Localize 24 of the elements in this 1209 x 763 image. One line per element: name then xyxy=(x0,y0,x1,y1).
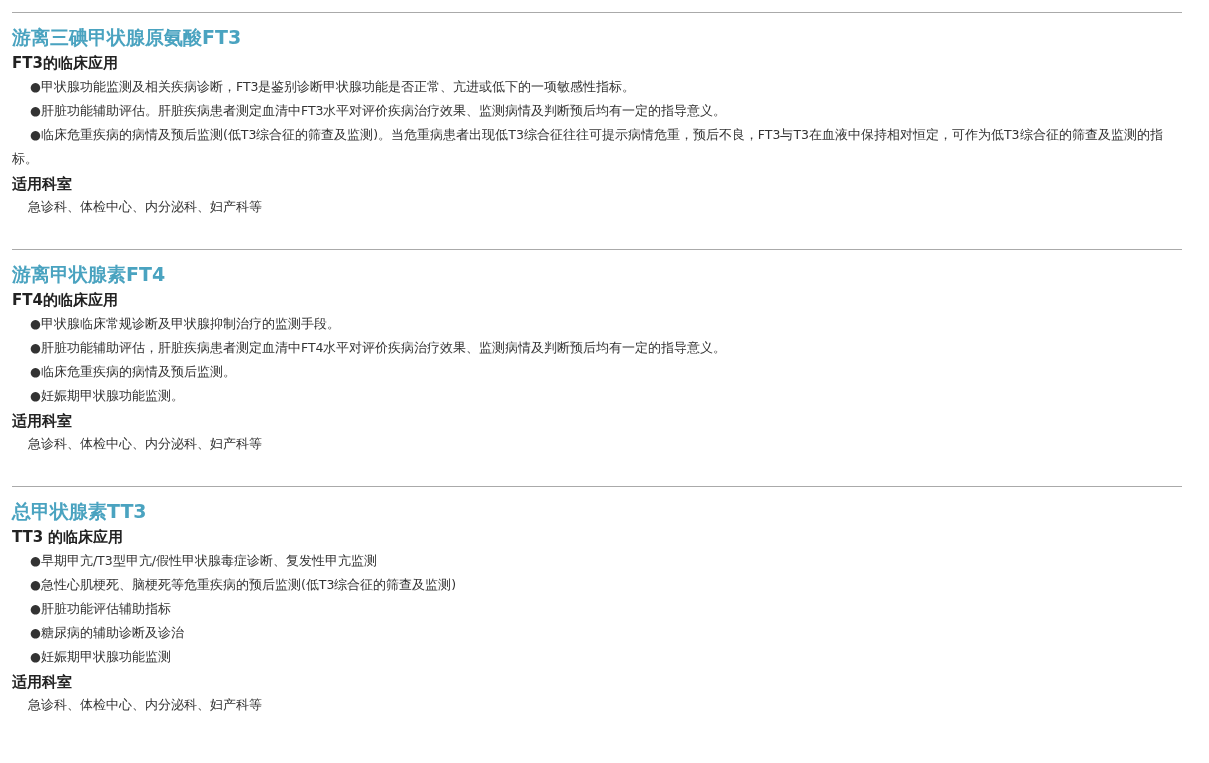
departments-heading: 适用科室 xyxy=(12,174,73,195)
departments-text: 急诊科、体检中心、内分泌科、妇产科等 xyxy=(27,696,263,714)
bullet-item: ●甲状腺功能监测及相关疾病诊断，FT3是鉴别诊断甲状腺功能是否正常、亢进或低下的一项敏感性指标。 xyxy=(29,78,637,96)
section-title: 游离三碘甲状腺原氨酸FT3 xyxy=(12,25,243,49)
bullet-item: ●急性心肌梗死、脑梗死等危重疾病的预后监测(低T3综合征的筛查及监测) xyxy=(29,576,458,594)
section-subtitle: FT3的临床应用 xyxy=(12,53,119,74)
bullet-item: ●甲状腺临床常规诊断及甲状腺抑制治疗的监测手段。 xyxy=(29,315,341,333)
section-subtitle: FT4的临床应用 xyxy=(12,290,119,311)
bullet-item: ●肝脏功能评估辅助指标 xyxy=(29,600,172,618)
bullet-item: ●妊娠期甲状腺功能监测 xyxy=(29,648,172,666)
bullet-item: ●早期甲亢/T3型甲亢/假性甲状腺毒症诊断、复发性甲亢监测 xyxy=(29,552,378,570)
bullet-item: ●临床危重疾病的病情及预后监测。 xyxy=(29,363,237,381)
departments-heading: 适用科室 xyxy=(12,411,73,432)
bullet-item: ●肝脏功能辅助评估。肝脏疾病患者测定血清中FT3水平对评价疾病治疗效果、监测病情及判断预后均有一定的指导意义。 xyxy=(29,102,728,120)
departments-text: 急诊科、体检中心、内分泌科、妇产科等 xyxy=(27,198,263,216)
bullet-item: ●肝脏功能辅助评估，肝脏疾病患者测定血清中FT4水平对评价疾病治疗效果、监测病情及判断预后均有一定的指导意义。 xyxy=(29,339,728,357)
section-title: 游离甲状腺素FT4 xyxy=(12,262,167,286)
bullet-item: ●糖尿病的辅助诊断及诊治 xyxy=(29,624,185,642)
departments-text: 急诊科、体检中心、内分泌科、妇产科等 xyxy=(27,435,263,453)
departments-heading: 适用科室 xyxy=(12,672,73,693)
section-title: 总甲状腺素TT3 xyxy=(12,499,148,523)
section-subtitle: TT3 的临床应用 xyxy=(12,527,125,548)
bullet-item: ●妊娠期甲状腺功能监测。 xyxy=(29,387,185,405)
bullet-item: ●临床危重疾病的病情及预后监测(低T3综合征的筛查及监测)。当危重病患者出现低T3综合征往往可提示病情危重，预后不良，FT3与T3在血液中保持相对恒定，可作为低T3综合征的筛查及监测的指标。 xyxy=(12,126,1164,168)
